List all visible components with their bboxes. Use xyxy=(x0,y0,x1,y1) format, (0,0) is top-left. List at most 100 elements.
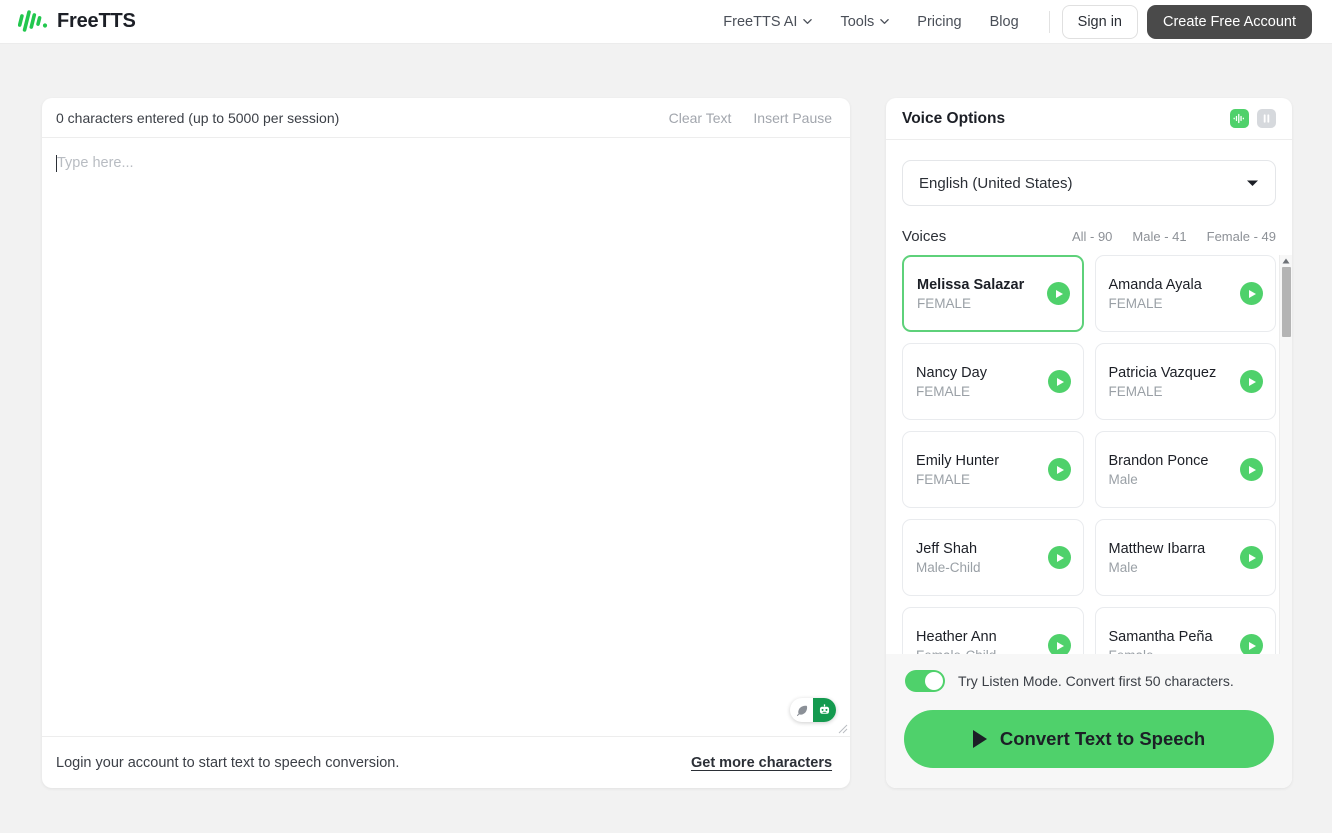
voice-name: Melissa Salazar xyxy=(917,276,1025,293)
voice-info: Matthew Ibarra Male xyxy=(1109,541,1206,575)
editor-toolbar: 0 characters entered (up to 5000 per ses… xyxy=(42,98,851,138)
voice-filters: All - 90 Male - 41 Female - 49 xyxy=(1072,229,1276,244)
play-voice-button[interactable] xyxy=(1047,370,1071,393)
voice-gender: Male-Child xyxy=(916,559,981,575)
text-editor-panel: 0 characters entered (up to 5000 per ses… xyxy=(42,98,851,788)
sign-in-button[interactable]: Sign in xyxy=(1061,4,1138,39)
waveform-icon[interactable] xyxy=(1230,109,1249,128)
editor-footer: Login your account to start text to spee… xyxy=(42,736,851,788)
robot-icon[interactable] xyxy=(813,698,837,722)
text-input-placeholder: Type here... xyxy=(57,155,134,171)
play-voice-button[interactable] xyxy=(1240,282,1263,305)
scroll-up-arrow-icon[interactable] xyxy=(1280,255,1292,267)
insert-pause-button[interactable]: Insert Pause xyxy=(753,110,832,126)
voice-name: Patricia Vazquez xyxy=(1108,364,1217,381)
voice-name: Nancy Day xyxy=(916,364,987,381)
voice-gender: Male xyxy=(1108,471,1138,487)
voice-card[interactable]: Amanda Ayala FEMALE xyxy=(1094,255,1276,332)
clear-text-button[interactable]: Clear Text xyxy=(669,110,732,126)
voice-card[interactable]: Melissa Salazar FEMALE xyxy=(902,255,1084,332)
mode-toggle-group xyxy=(1230,109,1276,128)
brand[interactable]: FreeTTS xyxy=(18,9,136,35)
voice-info: Brandon Ponce Male xyxy=(1109,453,1209,487)
voice-info: Patricia Vazquez FEMALE xyxy=(1109,365,1217,399)
panel-title: Voice Options xyxy=(902,109,1006,127)
voice-gender: FEMALE xyxy=(916,471,971,487)
convert-text-to-speech-button[interactable]: Convert Text to Speech xyxy=(904,710,1274,768)
feather-glyph xyxy=(797,705,808,716)
chevron-down-icon xyxy=(803,19,813,24)
voice-gender: FEMALE xyxy=(1108,383,1163,399)
language-select[interactable]: English (United States) xyxy=(902,160,1276,206)
play-voice-button[interactable] xyxy=(1240,370,1263,393)
play-voice-button[interactable] xyxy=(1047,458,1071,481)
scrollbar-thumb[interactable] xyxy=(1281,267,1291,337)
play-icon xyxy=(1056,377,1064,386)
get-more-characters-link[interactable]: Get more characters xyxy=(691,755,832,771)
nav-label: FreeTTS AI xyxy=(723,13,798,30)
filter-female[interactable]: Female - 49 xyxy=(1207,229,1276,244)
language-value: English (United States) xyxy=(919,174,1073,192)
text-input-inner: Type here... xyxy=(56,154,836,172)
voice-card[interactable]: Patricia Vazquez FEMALE xyxy=(1094,343,1276,420)
voice-info: Amanda Ayala FEMALE xyxy=(1109,277,1202,311)
brand-name: FreeTTS xyxy=(57,10,136,32)
nav-label: Tools xyxy=(840,13,875,30)
play-icon xyxy=(1056,465,1064,474)
resize-grip-icon[interactable] xyxy=(837,723,848,734)
play-icon xyxy=(1055,289,1063,298)
voice-card[interactable]: Jeff Shah Male-Child xyxy=(902,519,1084,596)
filter-all[interactable]: All - 90 xyxy=(1072,229,1112,244)
nav-divider xyxy=(1048,10,1050,33)
voice-card[interactable]: Matthew Ibarra Male xyxy=(1094,519,1276,596)
play-icon xyxy=(972,730,987,748)
play-icon xyxy=(1249,553,1256,562)
site-header: FreeTTS FreeTTS AI Tools Pricing Blog Si… xyxy=(0,0,1332,44)
waveform-logo-icon xyxy=(18,9,48,32)
voice-card[interactable]: Emily Hunter FEMALE xyxy=(902,431,1084,508)
voice-name: Samantha Peña xyxy=(1108,628,1213,645)
nav-item-blog[interactable]: Blog xyxy=(976,8,1033,36)
play-voice-button[interactable] xyxy=(1047,546,1071,569)
text-input-area[interactable]: Type here... xyxy=(42,138,850,736)
voice-info: Nancy Day FEMALE xyxy=(916,365,987,399)
play-voice-button[interactable] xyxy=(1240,458,1263,481)
create-free-account-button[interactable]: Create Free Account xyxy=(1147,4,1312,39)
dialogue-icon[interactable] xyxy=(1257,109,1276,128)
voice-gender: Male xyxy=(1108,559,1138,575)
robot-glyph xyxy=(819,703,830,714)
voice-card[interactable]: Nancy Day FEMALE xyxy=(902,343,1084,420)
listen-mode-row: Try Listen Mode. Convert first 50 charac… xyxy=(904,670,1274,692)
nav-item-pricing[interactable]: Pricing xyxy=(903,8,975,36)
listen-mode-toggle[interactable] xyxy=(905,670,946,692)
play-voice-button[interactable] xyxy=(1240,546,1263,569)
play-voice-button[interactable] xyxy=(1046,282,1070,305)
nav-item-tools[interactable]: Tools xyxy=(826,8,903,36)
voice-options-panel: Voice Options English (United States) Vo… xyxy=(886,98,1292,788)
voice-name: Heather Ann xyxy=(916,628,997,645)
play-icon xyxy=(1249,377,1256,386)
character-count: 0 characters entered (up to 5000 per ses… xyxy=(56,109,340,126)
play-icon xyxy=(1249,289,1256,298)
writing-assistant-widget[interactable] xyxy=(790,698,837,722)
voice-name: Amanda Ayala xyxy=(1108,276,1202,293)
play-icon xyxy=(1249,465,1256,474)
voice-name: Brandon Ponce xyxy=(1108,452,1209,469)
voice-gender: FEMALE xyxy=(916,383,971,399)
voice-gender: FEMALE xyxy=(917,295,972,311)
play-icon xyxy=(1249,641,1256,650)
convert-button-label: Convert Text to Speech xyxy=(999,728,1206,749)
waveform-glyph xyxy=(1233,113,1244,124)
voice-card[interactable]: Brandon Ponce Male xyxy=(1094,431,1276,508)
nav-item-freetts-ai[interactable]: FreeTTS AI xyxy=(709,8,826,36)
caret-up-glyph xyxy=(1282,258,1290,264)
editor-actions: Clear Text Insert Pause xyxy=(669,110,832,126)
main-nav: FreeTTS AI Tools Pricing Blog Sign in Cr… xyxy=(709,4,1312,39)
voices-grid: Melissa Salazar FEMALE Amanda Ayala FEMALE N… xyxy=(902,255,1276,684)
voice-name: Jeff Shah xyxy=(916,540,978,557)
filter-male[interactable]: Male - 41 xyxy=(1132,229,1186,244)
voice-info: Jeff Shah Male-Child xyxy=(916,541,981,575)
convert-overlay: Try Listen Mode. Convert first 50 charac… xyxy=(886,654,1292,788)
play-icon xyxy=(1056,553,1064,562)
feather-icon[interactable] xyxy=(790,698,813,722)
